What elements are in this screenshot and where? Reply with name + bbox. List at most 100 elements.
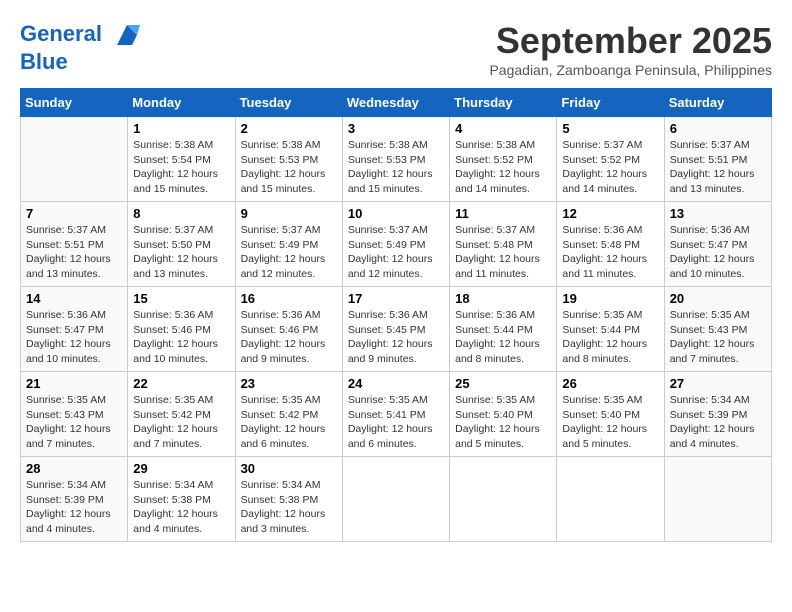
day-number: 25	[455, 376, 551, 391]
day-info: Sunrise: 5:36 AMSunset: 5:47 PMDaylight:…	[26, 308, 122, 367]
week-row-5: 28 Sunrise: 5:34 AMSunset: 5:39 PMDayligh…	[21, 457, 772, 542]
location-subtitle: Pagadian, Zamboanga Peninsula, Philippin…	[489, 62, 772, 78]
day-number: 27	[670, 376, 766, 391]
week-row-3: 14 Sunrise: 5:36 AMSunset: 5:47 PMDayligh…	[21, 287, 772, 372]
header-sunday: Sunday	[21, 89, 128, 117]
calendar-cell: 22 Sunrise: 5:35 AMSunset: 5:42 PMDayligh…	[128, 372, 235, 457]
day-info: Sunrise: 5:35 AMSunset: 5:42 PMDaylight:…	[241, 393, 337, 452]
calendar-cell	[342, 457, 449, 542]
day-number: 30	[241, 461, 337, 476]
day-number: 1	[133, 121, 229, 136]
calendar-cell: 15 Sunrise: 5:36 AMSunset: 5:46 PMDayligh…	[128, 287, 235, 372]
calendar-cell: 4 Sunrise: 5:38 AMSunset: 5:52 PMDaylight…	[450, 117, 557, 202]
day-info: Sunrise: 5:34 AMSunset: 5:39 PMDaylight:…	[670, 393, 766, 452]
day-number: 21	[26, 376, 122, 391]
day-info: Sunrise: 5:36 AMSunset: 5:46 PMDaylight:…	[133, 308, 229, 367]
calendar-cell: 20 Sunrise: 5:35 AMSunset: 5:43 PMDayligh…	[664, 287, 771, 372]
calendar-cell: 17Sunrise: 5:36 AMSunset: 5:45 PMDayligh…	[342, 287, 449, 372]
calendar-cell: 2 Sunrise: 5:38 AMSunset: 5:53 PMDaylight…	[235, 117, 342, 202]
day-info: Sunrise: 5:38 AMSunset: 5:52 PMDaylight:…	[455, 138, 551, 197]
day-number: 8	[133, 206, 229, 221]
day-info: Sunrise: 5:36 AMSunset: 5:47 PMDaylight:…	[670, 223, 766, 282]
day-info: Sunrise: 5:38 AMSunset: 5:53 PMDaylight:…	[348, 138, 444, 197]
title-block: September 2025 Pagadian, Zamboanga Penin…	[489, 20, 772, 78]
day-number: 3	[348, 121, 444, 136]
logo-icon	[112, 20, 142, 50]
calendar-header: SundayMondayTuesdayWednesdayThursdayFrid…	[21, 89, 772, 117]
calendar-cell: 16Sunrise: 5:36 AMSunset: 5:46 PMDayligh…	[235, 287, 342, 372]
day-info: Sunrise: 5:37 AMSunset: 5:50 PMDaylight:…	[133, 223, 229, 282]
day-number: 14	[26, 291, 122, 306]
day-info: Sunrise: 5:36 AMSunset: 5:48 PMDaylight:…	[562, 223, 658, 282]
calendar-cell: 9 Sunrise: 5:37 AMSunset: 5:49 PMDaylight…	[235, 202, 342, 287]
header-saturday: Saturday	[664, 89, 771, 117]
day-number: 12	[562, 206, 658, 221]
header-row: SundayMondayTuesdayWednesdayThursdayFrid…	[21, 89, 772, 117]
day-number: 2	[241, 121, 337, 136]
day-number: 13	[670, 206, 766, 221]
calendar-cell: 26 Sunrise: 5:35 AMSunset: 5:40 PMDayligh…	[557, 372, 664, 457]
day-info: Sunrise: 5:34 AMSunset: 5:39 PMDaylight:…	[26, 478, 122, 537]
calendar-cell	[557, 457, 664, 542]
logo-general: General	[20, 21, 102, 46]
calendar-cell: 8 Sunrise: 5:37 AMSunset: 5:50 PMDaylight…	[128, 202, 235, 287]
header-monday: Monday	[128, 89, 235, 117]
day-info: Sunrise: 5:35 AMSunset: 5:43 PMDaylight:…	[26, 393, 122, 452]
calendar-cell: 10Sunrise: 5:37 AMSunset: 5:49 PMDayligh…	[342, 202, 449, 287]
day-info: Sunrise: 5:36 AMSunset: 5:44 PMDaylight:…	[455, 308, 551, 367]
header-wednesday: Wednesday	[342, 89, 449, 117]
calendar-cell	[664, 457, 771, 542]
week-row-4: 21 Sunrise: 5:35 AMSunset: 5:43 PMDayligh…	[21, 372, 772, 457]
week-row-1: 1 Sunrise: 5:38 AMSunset: 5:54 PMDaylight…	[21, 117, 772, 202]
day-info: Sunrise: 5:37 AMSunset: 5:51 PMDaylight:…	[26, 223, 122, 282]
calendar-cell: 21 Sunrise: 5:35 AMSunset: 5:43 PMDayligh…	[21, 372, 128, 457]
day-number: 5	[562, 121, 658, 136]
day-number: 29	[133, 461, 229, 476]
logo-blue: Blue	[20, 50, 142, 74]
day-number: 17	[348, 291, 444, 306]
day-info: Sunrise: 5:35 AMSunset: 5:44 PMDaylight:…	[562, 308, 658, 367]
day-info: Sunrise: 5:35 AMSunset: 5:42 PMDaylight:…	[133, 393, 229, 452]
day-info: Sunrise: 5:37 AMSunset: 5:48 PMDaylight:…	[455, 223, 551, 282]
calendar-cell: 24Sunrise: 5:35 AMSunset: 5:41 PMDayligh…	[342, 372, 449, 457]
day-info: Sunrise: 5:38 AMSunset: 5:54 PMDaylight:…	[133, 138, 229, 197]
day-info: Sunrise: 5:37 AMSunset: 5:52 PMDaylight:…	[562, 138, 658, 197]
day-number: 11	[455, 206, 551, 221]
calendar-cell: 25Sunrise: 5:35 AMSunset: 5:40 PMDayligh…	[450, 372, 557, 457]
header-thursday: Thursday	[450, 89, 557, 117]
day-info: Sunrise: 5:35 AMSunset: 5:40 PMDaylight:…	[562, 393, 658, 452]
calendar-cell: 13 Sunrise: 5:36 AMSunset: 5:47 PMDayligh…	[664, 202, 771, 287]
calendar-cell: 27 Sunrise: 5:34 AMSunset: 5:39 PMDayligh…	[664, 372, 771, 457]
calendar-cell: 18Sunrise: 5:36 AMSunset: 5:44 PMDayligh…	[450, 287, 557, 372]
month-title: September 2025	[489, 20, 772, 62]
day-number: 20	[670, 291, 766, 306]
day-info: Sunrise: 5:35 AMSunset: 5:41 PMDaylight:…	[348, 393, 444, 452]
calendar-cell: 29Sunrise: 5:34 AMSunset: 5:38 PMDayligh…	[128, 457, 235, 542]
logo-text: General	[20, 20, 142, 50]
day-number: 4	[455, 121, 551, 136]
day-number: 22	[133, 376, 229, 391]
day-info: Sunrise: 5:35 AMSunset: 5:43 PMDaylight:…	[670, 308, 766, 367]
calendar-cell: 5 Sunrise: 5:37 AMSunset: 5:52 PMDaylight…	[557, 117, 664, 202]
week-row-2: 7Sunrise: 5:37 AMSunset: 5:51 PMDaylight…	[21, 202, 772, 287]
header-friday: Friday	[557, 89, 664, 117]
day-number: 26	[562, 376, 658, 391]
calendar-cell: 11 Sunrise: 5:37 AMSunset: 5:48 PMDayligh…	[450, 202, 557, 287]
day-number: 16	[241, 291, 337, 306]
calendar-cell: 1 Sunrise: 5:38 AMSunset: 5:54 PMDaylight…	[128, 117, 235, 202]
day-info: Sunrise: 5:38 AMSunset: 5:53 PMDaylight:…	[241, 138, 337, 197]
calendar-body: 1 Sunrise: 5:38 AMSunset: 5:54 PMDaylight…	[21, 117, 772, 542]
calendar-cell: 28 Sunrise: 5:34 AMSunset: 5:39 PMDayligh…	[21, 457, 128, 542]
calendar-cell: 19Sunrise: 5:35 AMSunset: 5:44 PMDayligh…	[557, 287, 664, 372]
calendar-table: SundayMondayTuesdayWednesdayThursdayFrid…	[20, 88, 772, 542]
day-info: Sunrise: 5:37 AMSunset: 5:49 PMDaylight:…	[241, 223, 337, 282]
day-number: 15	[133, 291, 229, 306]
calendar-cell: 14 Sunrise: 5:36 AMSunset: 5:47 PMDayligh…	[21, 287, 128, 372]
day-number: 9	[241, 206, 337, 221]
day-info: Sunrise: 5:34 AMSunset: 5:38 PMDaylight:…	[241, 478, 337, 537]
day-info: Sunrise: 5:37 AMSunset: 5:51 PMDaylight:…	[670, 138, 766, 197]
day-number: 28	[26, 461, 122, 476]
calendar-cell: 7Sunrise: 5:37 AMSunset: 5:51 PMDaylight…	[21, 202, 128, 287]
calendar-cell: 6 Sunrise: 5:37 AMSunset: 5:51 PMDaylight…	[664, 117, 771, 202]
day-number: 6	[670, 121, 766, 136]
